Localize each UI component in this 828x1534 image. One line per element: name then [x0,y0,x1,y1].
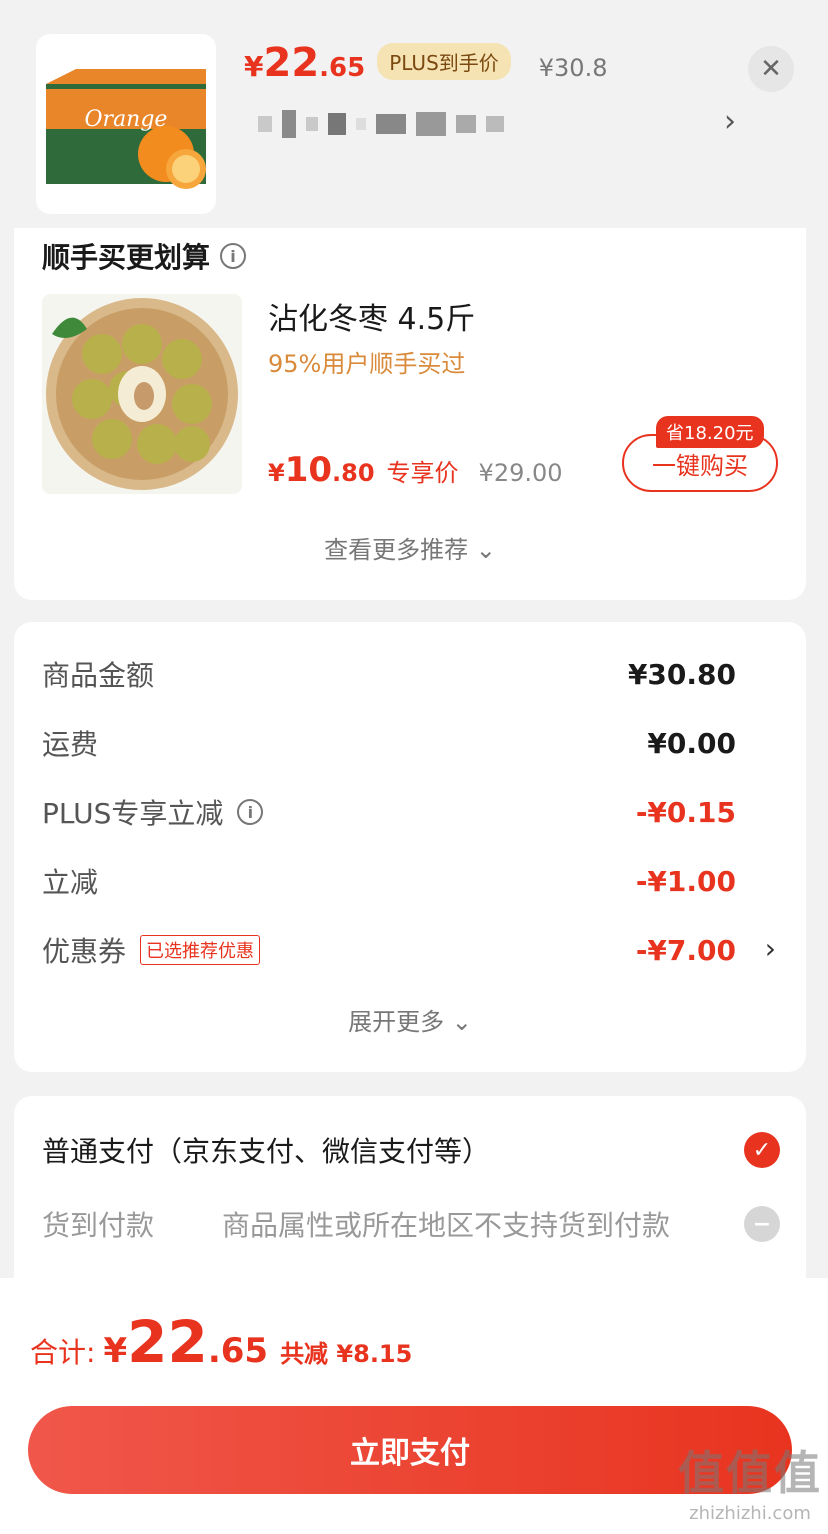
address-chevron-icon[interactable]: › [724,104,736,139]
close-button[interactable]: ✕ [748,46,794,92]
recommend-product-subtitle: 95%用户顺手买过 [268,350,466,378]
order-summary-card: 商品金额 ¥30.80 运费 ¥0.00 PLUS专享立减 i -¥0.15 立减… [14,622,806,1072]
header-original-price: ¥30.8 [538,54,608,82]
orange-box-image: Orange [46,69,206,189]
total-price: 合计: ¥ 22 .65 共减 ¥8.15 [30,1308,413,1376]
blurred-address[interactable] [258,110,504,138]
summary-row-coupon[interactable]: 优惠券 已选推荐优惠 -¥7.00 [42,930,736,970]
recommend-card: 顺手买更划算 i 沾化冬枣 4.5斤 95%用户顺手买过 ¥10.80 专享价 … [14,228,806,600]
plus-price-tag: PLUS到手价 [377,43,511,80]
product-header: Orange ¥22.65 PLUS到手价 ¥30.8 ✕ › [0,0,828,240]
payment-option-cod: 货到付款 商品属性或所在地区不支持货到付款 − [42,1204,780,1244]
payment-method-card: 普通支付（京东支付、微信支付等） ✓ 货到付款 商品属性或所在地区不支持货到付款… [14,1096,806,1296]
close-icon: ✕ [760,54,782,84]
header-price-row: ¥22.65 PLUS到手价 ¥30.8 [244,40,607,90]
see-more-recommendations[interactable]: 查看更多推荐 ⌄ [14,530,806,565]
recommend-original-price: ¥29.00 [478,459,563,487]
watermark-logo: 值值值 zhizhizhi.com [678,1446,822,1524]
total-reduction: 共减 ¥8.15 [280,1340,413,1368]
summary-row-instant-discount: 立减 -¥1.00 [42,864,736,900]
info-icon[interactable]: i [237,799,264,825]
coupon-selected-tag: 已选推荐优惠 [140,935,261,965]
expand-more[interactable]: 展开更多 ⌄ [14,1002,806,1037]
winter-jujube-image[interactable] [42,294,242,494]
info-icon[interactable]: i [220,243,247,269]
header-price: ¥22.65 [244,40,366,86]
summary-row-shipping: 运费 ¥0.00 [42,726,736,762]
disabled-icon: − [744,1206,780,1242]
payment-option-normal[interactable]: 普通支付（京东支付、微信支付等） ✓ [42,1130,780,1170]
recommend-price-row: ¥10.80 专享价 ¥29.00 [268,450,563,490]
summary-row-plus-discount: PLUS专享立减 i -¥0.15 [42,795,736,831]
recommend-price: ¥10.80 [268,450,375,490]
product-thumbnail[interactable]: Orange [36,34,216,214]
coupon-chevron-icon[interactable]: › [765,932,776,965]
checkout-bar: 合计: ¥ 22 .65 共减 ¥8.15 立即支付 值值值 zhizhizhi… [0,1278,828,1534]
check-icon[interactable]: ✓ [744,1132,780,1168]
summary-row-goods-amount: 商品金额 ¥30.80 [42,657,736,693]
recommend-product-name[interactable]: 沾化冬枣 4.5斤 [268,294,475,338]
recommend-title: 顺手买更划算 i [42,236,247,276]
exclusive-price-label: 专享价 [386,459,459,487]
save-amount-badge: 省18.20元 [656,416,764,448]
